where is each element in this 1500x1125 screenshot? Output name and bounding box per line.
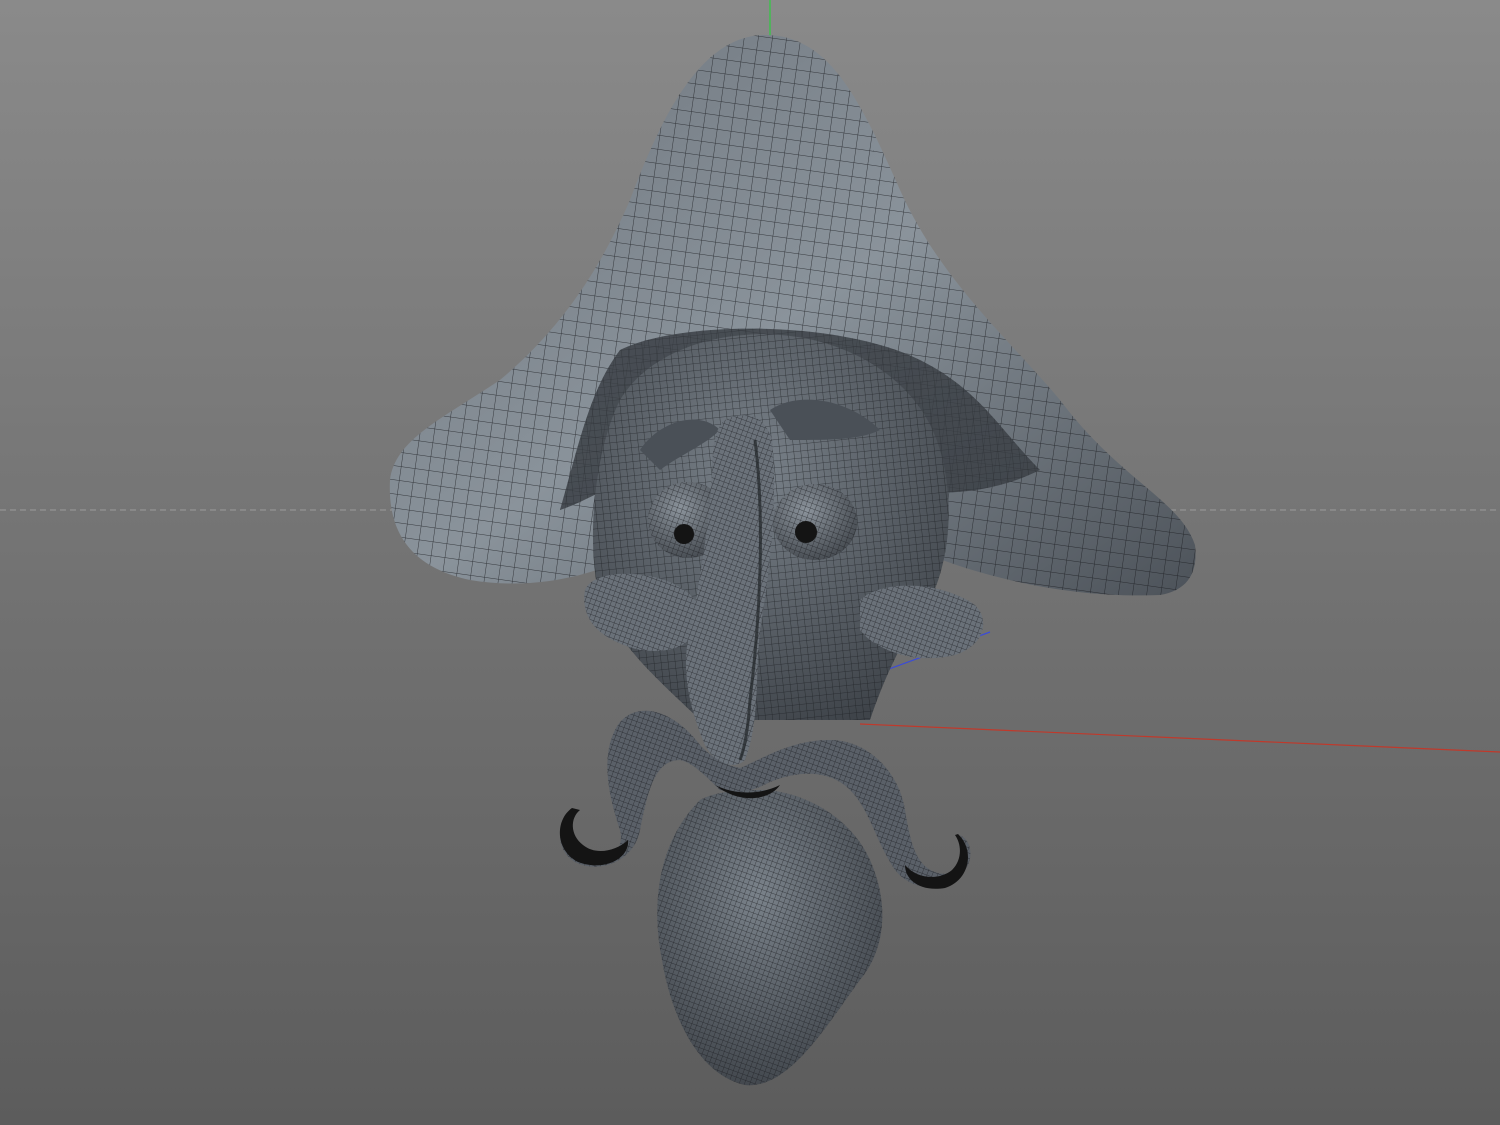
viewport-scene[interactable] xyxy=(0,0,1500,1125)
right-eye xyxy=(773,484,857,560)
3d-viewport[interactable] xyxy=(0,0,1500,1125)
